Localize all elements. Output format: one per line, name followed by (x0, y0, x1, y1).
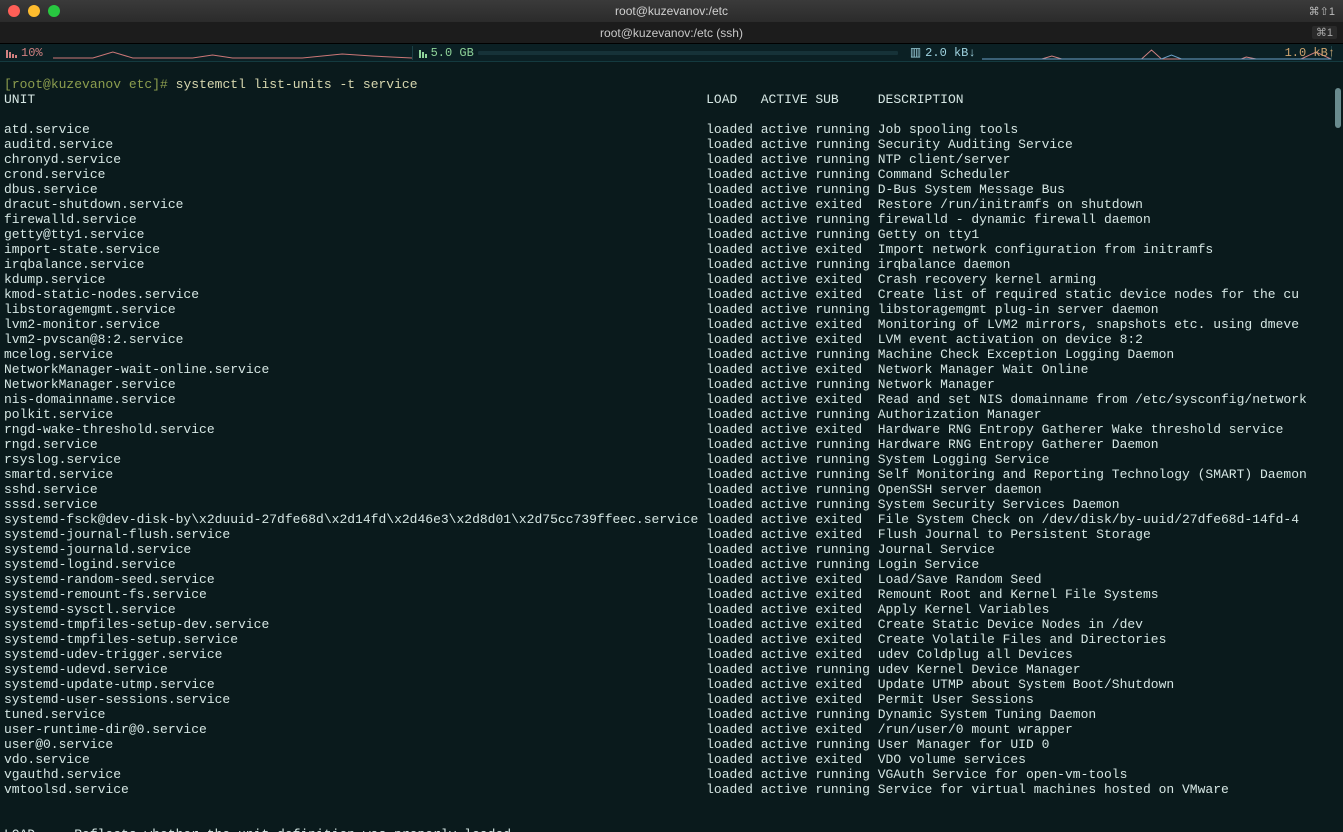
legend-load: LOAD = Reflects whether the unit definit… (4, 827, 1339, 832)
memory-bar (478, 51, 898, 55)
zoom-icon[interactable] (48, 5, 60, 17)
units-header-row: UNIT LOAD ACTIVE SUB DESCRIPTION (4, 92, 1339, 107)
status-bar: 10% 5.0 GB ▥ 2.0 kB↓ 1.0 kB↑ (0, 44, 1343, 62)
net-down: 2.0 kB↓ (925, 46, 975, 60)
net-down-block: ▥ 2.0 kB↓ (904, 45, 982, 60)
net-up: 1.0 kB↑ (1285, 46, 1335, 60)
prompt-close: ]# (152, 77, 168, 92)
net-icon: ▥ (910, 45, 921, 60)
prompt-open: [ (4, 77, 12, 92)
cpu-graph (53, 46, 413, 60)
tab-bar: root@kuzevanov:/etc (ssh) ⌘1 (0, 22, 1343, 44)
window-title: root@kuzevanov:/etc (0, 4, 1343, 18)
window-titlebar: root@kuzevanov:/etc ⌘⇧1 (0, 0, 1343, 22)
cpu-bars-icon (6, 48, 17, 58)
terminal-output[interactable]: [root@kuzevanov etc]# systemctl list-uni… (0, 62, 1343, 832)
units-rows: atd.service loaded active running Job sp… (4, 122, 1339, 797)
tab-shortcut: ⌘1 (1312, 26, 1337, 39)
scrollbar-thumb[interactable] (1335, 88, 1341, 128)
memory-value: 5.0 GB (431, 46, 474, 60)
traffic-lights (8, 5, 60, 17)
close-icon[interactable] (8, 5, 20, 17)
prompt-user-host: root@kuzevanov etc (12, 77, 152, 92)
mem-bars-icon (419, 48, 427, 58)
minimize-icon[interactable] (28, 5, 40, 17)
memory-block: 5.0 GB (413, 46, 904, 60)
prompt-command: systemctl list-units -t service (176, 77, 418, 92)
tab-ssh[interactable]: root@kuzevanov:/etc (ssh) (0, 26, 1343, 40)
net-graph (982, 46, 1332, 60)
cpu-percent: 10% (21, 46, 43, 60)
cpu-block: 10% (0, 46, 49, 60)
window-shortcut: ⌘⇧1 (1309, 5, 1335, 18)
